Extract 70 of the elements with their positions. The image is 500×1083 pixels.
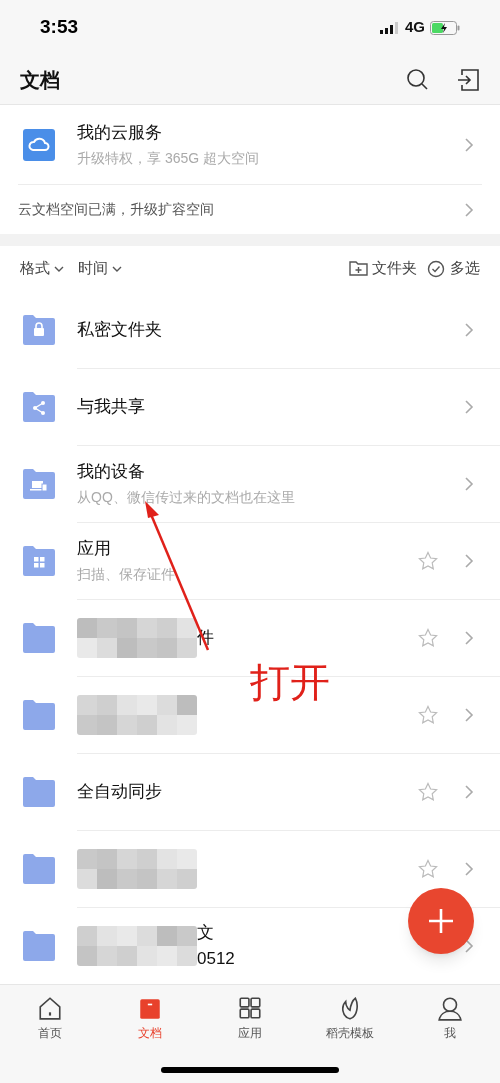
- folder-icon: [23, 622, 55, 653]
- chevron-right-icon: [464, 783, 474, 800]
- folder-icon: [23, 853, 55, 884]
- tab-bar-item[interactable]: 文档: [110, 995, 190, 1042]
- lock-folder-icon: [23, 314, 55, 345]
- item-title: 全自动同步: [77, 780, 162, 803]
- item-subtitle: 升级特权，享 365G 超大空间: [77, 149, 261, 169]
- item-title: 我的云服务: [77, 121, 163, 144]
- chevron-right-icon: [464, 201, 474, 218]
- folder-row[interactable]: 应用 扫描、保存证件: [0, 522, 500, 599]
- item-title: 文: [197, 922, 215, 944]
- chevron-right-icon: [464, 706, 474, 723]
- signal-icon: [380, 21, 400, 34]
- folder-icon: [23, 930, 55, 961]
- battery-icon: [430, 20, 460, 35]
- search-icon[interactable]: [406, 67, 430, 92]
- folder-icon: [23, 776, 55, 807]
- folder-row[interactable]: 私密文件夹: [0, 291, 500, 368]
- caret-icon: [54, 265, 64, 272]
- chevron-right-icon: [464, 860, 474, 877]
- network-type: 4G: [405, 17, 425, 38]
- cloud-service-item[interactable]: 我的云服务 升级特权，享 365G 超大空间: [0, 105, 500, 184]
- star-icon[interactable]: [418, 781, 438, 802]
- folder-row[interactable]: 我的设备 从QQ、微信传过来的文档也在这里: [0, 445, 500, 522]
- annotation-label: 打开: [250, 662, 330, 702]
- toolbar-button[interactable]: 多选: [427, 257, 480, 280]
- home-icon: [37, 995, 63, 1021]
- item-title: 我的设备: [77, 460, 146, 483]
- user-icon: [437, 995, 463, 1021]
- tab-bar-item[interactable]: 稻壳模板: [310, 995, 390, 1042]
- filter-dropdown[interactable]: 时间: [78, 257, 122, 280]
- chevron-right-icon: [464, 475, 474, 492]
- plus-icon: [428, 908, 454, 934]
- shared-folder-icon: [23, 391, 55, 422]
- item-title: 应用: [77, 537, 112, 560]
- folder-row[interactable]: 文 0512: [0, 907, 500, 984]
- banner-text: 云文档空间已满，升级扩容空间: [18, 200, 215, 219]
- chevron-right-icon: [464, 552, 474, 569]
- star-icon[interactable]: [418, 550, 438, 571]
- item-subtitle: 从QQ、微信传过来的文档也在这里: [77, 488, 295, 508]
- folder-plus-icon: [349, 259, 368, 278]
- cloud-icon: [23, 128, 55, 161]
- filter-dropdown[interactable]: 格式: [20, 257, 64, 280]
- tab-bar-item[interactable]: 应用: [210, 995, 290, 1042]
- add-button[interactable]: [408, 888, 474, 954]
- item-title: 私密文件夹: [77, 318, 162, 341]
- toolbar-button[interactable]: 文件夹: [349, 257, 417, 280]
- chevron-right-icon: [464, 398, 474, 415]
- chevron-right-icon: [464, 321, 474, 338]
- chevron-right-icon: [464, 629, 474, 646]
- sign-in-icon[interactable]: [458, 67, 480, 92]
- item-title: 与我共享: [77, 395, 145, 418]
- device-folder-icon: [23, 468, 55, 499]
- folder-icon: [23, 699, 55, 730]
- item-subtitle: 扫描、保存证件: [77, 565, 175, 585]
- caret-icon: [112, 265, 122, 272]
- folder-row[interactable]: 全自动同步: [0, 753, 500, 830]
- apps-folder-icon: [23, 545, 55, 576]
- page-title: 文档: [20, 67, 61, 93]
- star-icon[interactable]: [418, 704, 438, 725]
- star-icon[interactable]: [418, 858, 438, 879]
- chevron-right-icon: [464, 136, 474, 153]
- folder-row[interactable]: 与我共享: [0, 368, 500, 445]
- check-circle-icon: [427, 259, 446, 278]
- clock-time: 3:53: [40, 15, 79, 40]
- grid-icon: [237, 995, 263, 1021]
- tab-bar-item[interactable]: 我: [410, 995, 490, 1042]
- item-subtitle: 0512: [197, 947, 235, 970]
- tab-bar-item[interactable]: 首页: [10, 995, 90, 1042]
- star-icon[interactable]: [418, 627, 438, 648]
